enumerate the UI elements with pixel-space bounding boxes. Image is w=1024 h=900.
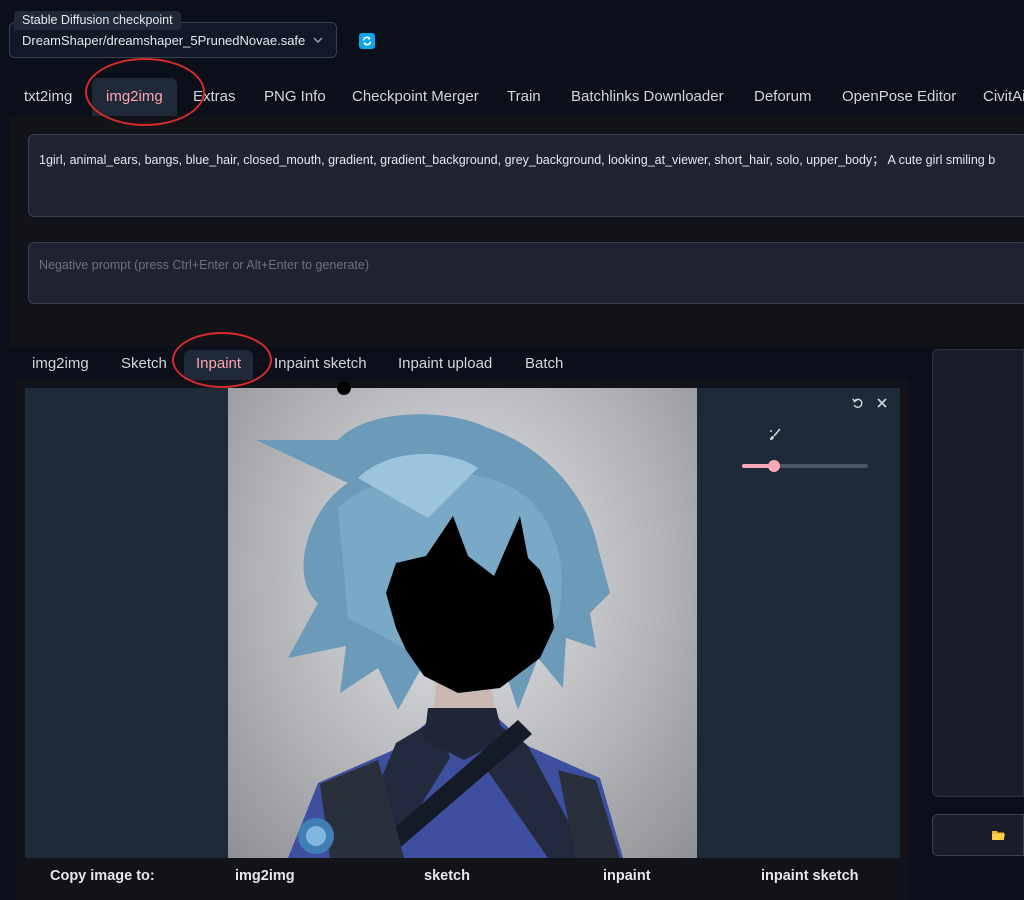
tab-civitai[interactable]: CivitAi	[983, 78, 1024, 116]
subtab-sketch[interactable]: Sketch	[121, 350, 167, 380]
tab-img2img[interactable]: img2img	[92, 78, 177, 116]
tab-batchlinks-downloader[interactable]: Batchlinks Downloader	[571, 78, 724, 116]
tab-png-info[interactable]: PNG Info	[264, 78, 326, 116]
refresh-icon[interactable]	[359, 33, 375, 49]
subtab-img2img[interactable]: img2img	[32, 350, 89, 380]
chevron-down-icon	[312, 23, 324, 57]
checkpoint-label: Stable Diffusion checkpoint	[14, 11, 181, 30]
brush-size-slider-thumb[interactable]	[767, 460, 780, 472]
tab-extras[interactable]: Extras	[193, 78, 236, 116]
tab-openpose-editor[interactable]: OpenPose Editor	[842, 78, 956, 116]
copy-to-inpaint-button[interactable]: inpaint	[603, 868, 651, 884]
copy-to-sketch-button[interactable]: sketch	[424, 868, 470, 884]
folder-icon	[992, 828, 1005, 840]
open-folder-button[interactable]	[932, 814, 1024, 856]
brush-icon[interactable]	[766, 427, 784, 445]
subtab-inpaint[interactable]: Inpaint	[184, 350, 254, 380]
checkpoint-value: DreamShaper/dreamshaper_5PrunedNovae.saf…	[22, 33, 306, 48]
close-icon[interactable]	[873, 396, 891, 414]
top-tab-bar: txt2img img2img Extras PNG Info Checkpoi…	[0, 78, 1024, 118]
copy-image-label: Copy image to:	[50, 868, 155, 884]
prompt-input[interactable]: 1girl, animal_ears, bangs, blue_hair, cl…	[28, 134, 1024, 217]
tab-txt2img[interactable]: txt2img	[24, 78, 72, 116]
undo-icon[interactable]	[849, 396, 867, 414]
inpaint-image[interactable]	[228, 388, 697, 858]
anime-girl-illustration	[256, 414, 623, 858]
tab-train[interactable]: Train	[507, 78, 541, 116]
tab-checkpoint-merger[interactable]: Checkpoint Merger	[352, 78, 479, 116]
subtab-batch[interactable]: Batch	[525, 350, 563, 380]
tab-deforum[interactable]: Deforum	[754, 78, 812, 116]
copy-to-inpaint-sketch-button[interactable]: inpaint sketch	[761, 868, 859, 884]
subtab-inpaint-upload[interactable]: Inpaint upload	[398, 350, 492, 380]
subtab-inpaint-sketch[interactable]: Inpaint sketch	[274, 350, 367, 380]
negative-prompt-input[interactable]: Negative prompt (press Ctrl+Enter or Alt…	[28, 242, 1024, 304]
output-gallery-panel	[932, 349, 1024, 797]
brush-cursor	[337, 381, 351, 395]
copy-to-img2img-button[interactable]: img2img	[235, 868, 295, 884]
